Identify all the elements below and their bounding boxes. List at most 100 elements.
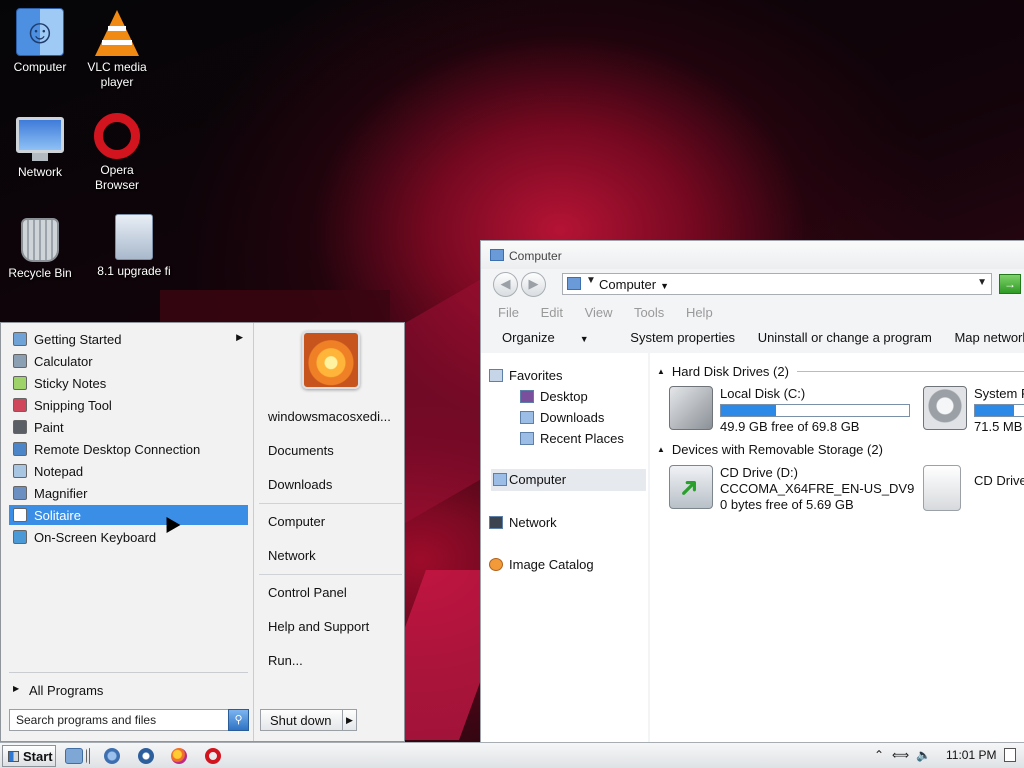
desktop-icon-recycle-bin[interactable]: Recycle Bin (0, 218, 80, 281)
drive-free-space: 71.5 MB f (974, 419, 1024, 434)
all-programs-label: All Programs (29, 683, 104, 698)
group-header-hdd[interactable]: ▲ Hard Disk Drives (2) (657, 364, 1024, 379)
address-bar[interactable]: ▼ Computer ▼ ▼ (562, 273, 992, 295)
hard-drive-icon (923, 386, 967, 430)
avatar[interactable] (302, 331, 360, 389)
capacity-fill (721, 405, 776, 416)
map-network-drive-button[interactable]: Map network drive (954, 330, 1024, 345)
program-item[interactable]: On-Screen Keyboard (9, 527, 248, 547)
drive-volume-label: CCCOMA_X64FRE_EN-US_DV9 (720, 481, 915, 496)
menu-view[interactable]: View (585, 305, 613, 320)
program-item[interactable]: Magnifier (9, 483, 248, 503)
place-downloads[interactable]: Downloads (268, 477, 332, 492)
drive-local-c[interactable]: Local Disk (C:) 49.9 GB free of 69.8 GB (669, 386, 910, 434)
place-network[interactable]: Network (268, 548, 316, 563)
all-programs-button[interactable]: ▶ All Programs (9, 672, 248, 698)
menu-edit[interactable]: Edit (541, 305, 563, 320)
nav-label: Desktop (540, 389, 588, 404)
system-properties-button[interactable]: System properties (630, 330, 735, 345)
divider (259, 503, 402, 504)
go-button[interactable]: → (999, 274, 1021, 294)
cd-drive-icon (923, 465, 961, 511)
nav-image-catalog[interactable]: Image Catalog (489, 557, 594, 572)
explorer-window: Computer ◀ ▶ ▼ Computer ▼ ▼ → File Edit V… (480, 240, 1024, 745)
program-label: Notepad (34, 464, 84, 479)
chevron-down-icon[interactable]: ▼ (660, 281, 669, 291)
drive-cd-d[interactable]: CD Drive (D:) CCCOMA_X64FRE_EN-US_DV9 0 … (669, 465, 914, 515)
menu-file[interactable]: File (498, 305, 519, 320)
capacity-bar (720, 404, 910, 417)
window-titlebar[interactable]: Computer (481, 241, 1024, 269)
forward-button[interactable]: ▶ (521, 272, 546, 297)
nav-computer[interactable]: Computer (491, 469, 646, 491)
divider (259, 574, 402, 575)
program-item[interactable]: Paint (9, 417, 248, 437)
program-item[interactable]: Sticky Notes (9, 373, 248, 393)
group-rule (796, 371, 1024, 372)
chevron-up-icon[interactable]: ⌃ (874, 748, 884, 762)
search-icon[interactable]: ⚲ (228, 709, 249, 731)
organize-button[interactable]: Organize ▼ (502, 330, 608, 345)
nav-recent-places[interactable]: Recent Places (520, 431, 624, 446)
getting-started-icon (13, 332, 27, 346)
opera-taskbar-icon[interactable] (205, 748, 221, 764)
nav-downloads[interactable]: Downloads (520, 410, 604, 425)
nav-label: Favorites (509, 368, 563, 383)
magnifier-icon (13, 486, 27, 500)
network-status-icon[interactable]: ⟺ (892, 748, 909, 762)
program-item[interactable]: Remote Desktop Connection (9, 439, 248, 459)
drive-cd-2[interactable]: CD Drive (923, 465, 1024, 515)
search-input[interactable]: Search programs and files (9, 709, 249, 731)
nav-favorites[interactable]: Favorites (489, 368, 563, 383)
desktop-icon-label: Network (17, 165, 62, 179)
drive-name: Local Disk (C:) (720, 386, 806, 401)
chevron-down-icon[interactable]: ▼ (586, 275, 596, 286)
search-app-taskbar-icon[interactable] (138, 748, 154, 764)
volume-muted-icon[interactable]: 🔈 (916, 748, 931, 762)
place-computer[interactable]: Computer (268, 514, 325, 529)
start-button[interactable]: Start (2, 745, 56, 767)
shutdown-options-arrow-icon[interactable]: ▶ (342, 709, 357, 731)
place-documents[interactable]: Documents (268, 443, 334, 458)
desktop-icon-vlc[interactable]: VLC media player (77, 8, 157, 90)
collapse-triangle-icon[interactable]: ▲ (657, 445, 665, 454)
group-header-removable[interactable]: ▲ Devices with Removable Storage (2) (657, 442, 883, 457)
firefox-taskbar-icon[interactable] (171, 748, 187, 764)
shutdown-button[interactable]: Shut down (260, 709, 343, 731)
remote-desktop-icon (13, 442, 27, 456)
explorer-taskbar-icon[interactable] (65, 748, 83, 764)
notification-icon[interactable] (1004, 748, 1016, 762)
folder-icon (115, 214, 153, 260)
desktop-icon-network[interactable]: Network (0, 113, 80, 180)
collapse-triangle-icon[interactable]: ▲ (657, 367, 665, 376)
programs-pane: Getting Started ▶ Calculator Sticky Notes Sn… (1, 323, 254, 741)
menu-help[interactable]: Help (686, 305, 713, 320)
program-item[interactable]: Snipping Tool (9, 395, 248, 415)
group-title: Devices with Removable Storage (2) (671, 442, 883, 457)
address-dropdown-icon[interactable]: ▼ (977, 277, 987, 288)
place-run[interactable]: Run... (268, 653, 303, 668)
program-item[interactable]: Notepad (9, 461, 248, 481)
nav-network[interactable]: Network (489, 515, 557, 530)
desktop-icon-opera[interactable]: Opera Browser (77, 113, 157, 193)
program-label: Snipping Tool (34, 398, 112, 413)
place-help-support[interactable]: Help and Support (268, 619, 369, 634)
program-item[interactable]: Calculator (9, 351, 248, 371)
place-control-panel[interactable]: Control Panel (268, 585, 347, 600)
user-name-link[interactable]: windowsmacosxedi... (268, 409, 391, 424)
ie-taskbar-icon[interactable] (104, 748, 120, 764)
start-menu: Getting Started ▶ Calculator Sticky Notes Sn… (0, 322, 405, 742)
computer-icon (490, 249, 504, 261)
uninstall-program-button[interactable]: Uninstall or change a program (758, 330, 932, 345)
menu-tools[interactable]: Tools (634, 305, 664, 320)
back-button[interactable]: ◀ (493, 272, 518, 297)
program-item[interactable]: Getting Started ▶ (9, 329, 248, 349)
program-item[interactable]: Solitaire (9, 505, 248, 525)
drive-system-reserved[interactable]: System R 71.5 MB f (923, 386, 1024, 434)
drive-name: CD Drive (974, 473, 1024, 488)
clock[interactable]: 11:01 PM (946, 748, 996, 762)
desktop-icon-upgrade-folder[interactable]: 8.1 upgrade fi (94, 214, 174, 279)
desktop-icon-computer[interactable]: Computer (0, 8, 80, 75)
nav-desktop[interactable]: Desktop (520, 389, 588, 404)
imac-icon (16, 117, 64, 153)
